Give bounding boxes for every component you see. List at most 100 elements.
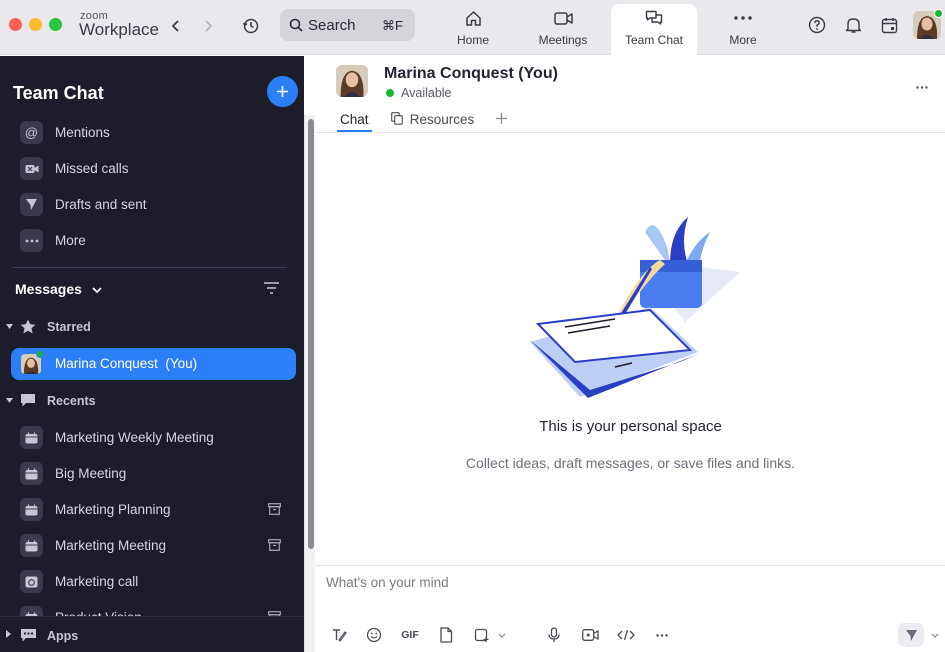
home-icon xyxy=(466,11,481,26)
send-icon xyxy=(905,629,917,641)
gif-label: GIF xyxy=(401,629,419,641)
plus-icon xyxy=(496,113,507,124)
new-chat-button[interactable] xyxy=(267,76,298,107)
chevron-down-icon xyxy=(931,633,939,638)
sidebar-item-more[interactable]: More xyxy=(0,225,304,257)
help-icon xyxy=(808,16,826,34)
sidebar-item-missed-calls[interactable]: Missed calls xyxy=(0,153,304,185)
emoji-icon xyxy=(366,627,382,643)
back-button[interactable] xyxy=(164,14,188,38)
meeting-chat-icon xyxy=(20,498,43,521)
code-snippet-button[interactable] xyxy=(615,624,637,646)
tab-chat[interactable]: Chat xyxy=(340,112,369,127)
video-message-button[interactable] xyxy=(579,624,601,646)
contact-suffix: (You) xyxy=(165,356,198,371)
starred-group-header[interactable]: Starred xyxy=(6,318,126,338)
forward-button[interactable] xyxy=(196,14,220,38)
sidebar-item-marketing-planning[interactable]: Marketing Planning xyxy=(0,494,304,526)
sidebar-item-big-meeting[interactable]: Big Meeting xyxy=(0,458,304,490)
minimize-window-button[interactable] xyxy=(29,18,42,31)
close-window-button[interactable] xyxy=(9,18,22,31)
caret-right-icon xyxy=(6,630,11,638)
file-button[interactable] xyxy=(435,624,457,646)
tab-resources[interactable]: Resources xyxy=(391,112,474,127)
starred-label: Starred xyxy=(47,320,91,334)
sidebar-item-marketing-weekly-meeting[interactable]: Marketing Weekly Meeting xyxy=(0,422,304,454)
audio-message-button[interactable] xyxy=(543,624,565,646)
more-tools-button[interactable] xyxy=(651,624,673,646)
apps-icon xyxy=(21,629,36,642)
recents-group-header[interactable]: Recents xyxy=(6,392,126,412)
send-button[interactable] xyxy=(898,623,924,647)
chevron-right-icon xyxy=(205,20,213,32)
add-tab-button[interactable] xyxy=(495,112,508,125)
emoji-button[interactable] xyxy=(363,624,385,646)
sidebar-item-mentions[interactable]: @ Mentions xyxy=(0,117,304,149)
presence-status: Available xyxy=(401,86,452,100)
gif-button[interactable]: GIF xyxy=(399,624,421,646)
format-button[interactable] xyxy=(328,624,350,646)
composer-divider xyxy=(316,565,945,566)
avatar[interactable] xyxy=(336,65,368,97)
title-bar: zoom Workplace Search ⌘F Home Meetings T… xyxy=(0,0,945,55)
tab-team-chat-label: Team Chat xyxy=(624,33,684,47)
filter-button[interactable] xyxy=(263,281,280,295)
apps-group-header[interactable]: Apps xyxy=(0,616,304,652)
copy-icon xyxy=(391,112,403,125)
notifications-button[interactable] xyxy=(842,14,864,36)
sidebar-item-marketing-meeting[interactable]: Marketing Meeting xyxy=(0,530,304,562)
meeting-chat-icon xyxy=(20,462,43,485)
sidebar-item-label: Missed calls xyxy=(55,161,129,176)
help-button[interactable] xyxy=(806,14,828,36)
screenshot-button[interactable] xyxy=(471,624,493,646)
history-button[interactable] xyxy=(239,14,263,38)
plus-icon xyxy=(277,86,288,97)
search-box[interactable]: Search ⌘F xyxy=(280,9,415,41)
tab-more[interactable]: More xyxy=(700,4,786,55)
code-icon xyxy=(617,629,635,641)
apps-label: Apps xyxy=(47,629,79,643)
more-dots-icon xyxy=(916,86,928,89)
profile-status-dot xyxy=(934,9,943,18)
screenshot-options-button[interactable] xyxy=(495,624,509,646)
scrollbar-thumb[interactable] xyxy=(308,119,314,549)
more-dots-icon xyxy=(734,16,752,20)
sidebar-title: Team Chat xyxy=(13,83,104,103)
chat-icon xyxy=(645,10,663,25)
send-options-button[interactable] xyxy=(928,624,942,646)
video-icon xyxy=(581,629,599,641)
conversation-more-button[interactable] xyxy=(916,76,928,92)
maximize-window-button[interactable] xyxy=(49,18,62,31)
tab-meetings[interactable]: Meetings xyxy=(520,4,606,55)
calendar-button[interactable] xyxy=(878,14,900,36)
sidebar: Team Chat @ Mentions Missed calls Drafts… xyxy=(0,56,304,652)
empty-state-title: This is your personal space xyxy=(539,418,722,435)
messages-title: Messages xyxy=(15,281,82,297)
meeting-chat-icon xyxy=(20,426,43,449)
search-icon xyxy=(289,18,303,32)
tab-team-chat[interactable]: Team Chat xyxy=(611,4,697,55)
sidebar-item-drafts[interactable]: Drafts and sent xyxy=(0,189,304,221)
sidebar-item-marina-conquest[interactable]: Marina Conquest (You) xyxy=(11,348,296,380)
video-icon xyxy=(554,12,573,25)
send-icon xyxy=(20,193,43,216)
caret-down-icon xyxy=(6,324,13,329)
sidebar-item-label: Big Meeting xyxy=(55,466,127,481)
file-icon xyxy=(440,627,453,643)
personal-space-illustration xyxy=(530,217,740,398)
screenshot-icon xyxy=(474,628,489,642)
tab-resources-label: Resources xyxy=(409,112,475,127)
sidebar-item-label: Marketing call xyxy=(55,574,139,589)
tab-more-label: More xyxy=(729,33,757,47)
sidebar-item-marketing-call[interactable]: Marketing call xyxy=(0,566,304,598)
sidebar-scrollbar[interactable] xyxy=(304,115,315,652)
message-input[interactable] xyxy=(326,572,926,592)
conversation-header: Marina Conquest (You) Available Chat Res… xyxy=(316,56,945,133)
sidebar-item-label: Mentions xyxy=(55,125,110,140)
archive-icon xyxy=(268,503,281,515)
chevron-down-icon xyxy=(498,633,506,638)
meeting-chat-icon xyxy=(20,534,43,557)
tab-home[interactable]: Home xyxy=(430,4,516,55)
messages-dropdown[interactable]: Messages xyxy=(15,281,102,297)
conversation-title[interactable]: Marina Conquest (You) xyxy=(384,65,558,83)
